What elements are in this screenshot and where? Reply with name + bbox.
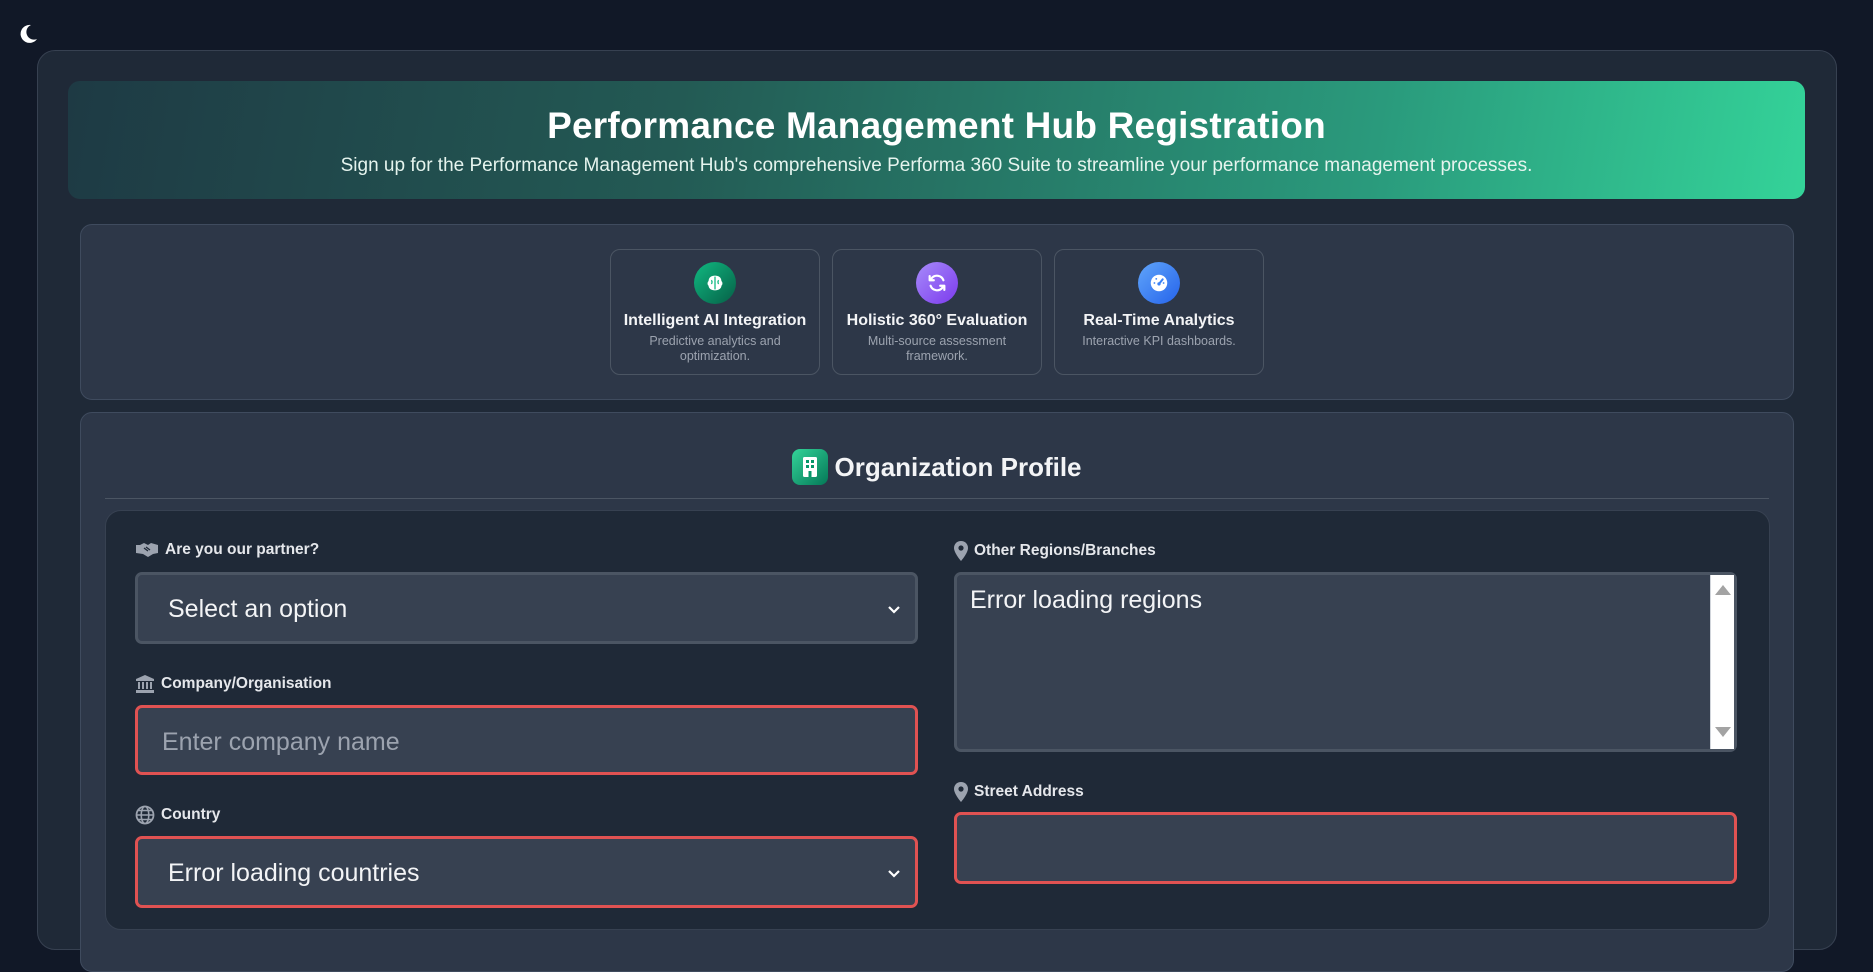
country-label-text: Country: [161, 806, 221, 823]
map-pin-icon: [954, 541, 968, 561]
refresh-icon: [916, 262, 958, 304]
partner-label: Are you our partner?: [135, 541, 319, 559]
street-label-text: Street Address: [974, 783, 1084, 800]
partner-label-text: Are you our partner?: [165, 541, 320, 558]
regions-textarea[interactable]: Error loading regions: [954, 572, 1737, 752]
organization-profile-section: Organization Profile Are you our partner…: [80, 412, 1794, 972]
section-header: Organization Profile: [105, 449, 1769, 499]
hero-banner: Performance Management Hub Registration …: [68, 81, 1805, 199]
feature-card-analytics: Real-Time Analytics Interactive KPI dash…: [1054, 249, 1264, 375]
company-input[interactable]: Enter company name: [135, 705, 918, 775]
globe-icon: [135, 805, 155, 825]
street-address-input[interactable]: [954, 812, 1737, 884]
building-icon: [792, 449, 829, 485]
page-subtitle: Sign up for the Performance Management H…: [340, 155, 1533, 176]
partner-select-value: Select an option: [168, 595, 348, 623]
registration-container: Performance Management Hub Registration …: [37, 50, 1837, 972]
company-input-placeholder: Enter company name: [162, 728, 400, 756]
brain-icon: [694, 262, 736, 304]
company-label: Company/Organisation: [135, 674, 332, 694]
theme-toggle-button[interactable]: [16, 22, 40, 46]
chevron-down-icon: [888, 870, 900, 878]
map-pin-icon: [954, 782, 968, 802]
section-title: Organization Profile: [834, 452, 1082, 482]
features-panel: Intelligent AI Integration Predictive an…: [80, 224, 1794, 400]
feature-title: Holistic 360° Evaluation: [846, 312, 1028, 329]
page-title: Performance Management Hub Registration: [547, 105, 1326, 146]
organization-form: Are you our partner? Select an option Co…: [105, 510, 1770, 930]
scroll-up-arrow-icon[interactable]: [1715, 585, 1731, 595]
bank-icon: [136, 675, 154, 693]
feature-description: Interactive KPI dashboards.: [1082, 334, 1236, 348]
feature-description: Multi-source assessment framework.: [867, 334, 1007, 363]
regions-label-text: Other Regions/Branches: [974, 542, 1156, 559]
regions-label: Other Regions/Branches: [954, 541, 1156, 561]
street-label: Street Address: [954, 782, 1084, 802]
scroll-down-arrow-icon[interactable]: [1715, 727, 1731, 737]
company-label-text: Company/Organisation: [161, 675, 332, 692]
feature-title: Intelligent AI Integration: [623, 312, 807, 329]
moon-icon: [20, 24, 37, 43]
partner-select[interactable]: Select an option: [135, 572, 918, 644]
regions-textarea-value: Error loading regions: [970, 586, 1203, 614]
feature-card-360: Holistic 360° Evaluation Multi-source as…: [832, 249, 1042, 375]
chevron-down-icon: [888, 606, 900, 614]
feature-description: Predictive analytics and optimization.: [649, 334, 781, 363]
country-select-value: Error loading countries: [168, 859, 420, 887]
regions-scrollbar[interactable]: [1710, 575, 1734, 749]
country-select[interactable]: Error loading countries: [135, 836, 918, 908]
handshake-icon: [136, 543, 158, 557]
feature-title: Real-Time Analytics: [1083, 312, 1235, 329]
country-label: Country: [135, 805, 220, 825]
feature-card-ai: Intelligent AI Integration Predictive an…: [610, 249, 820, 375]
gauge-icon: [1138, 262, 1180, 304]
